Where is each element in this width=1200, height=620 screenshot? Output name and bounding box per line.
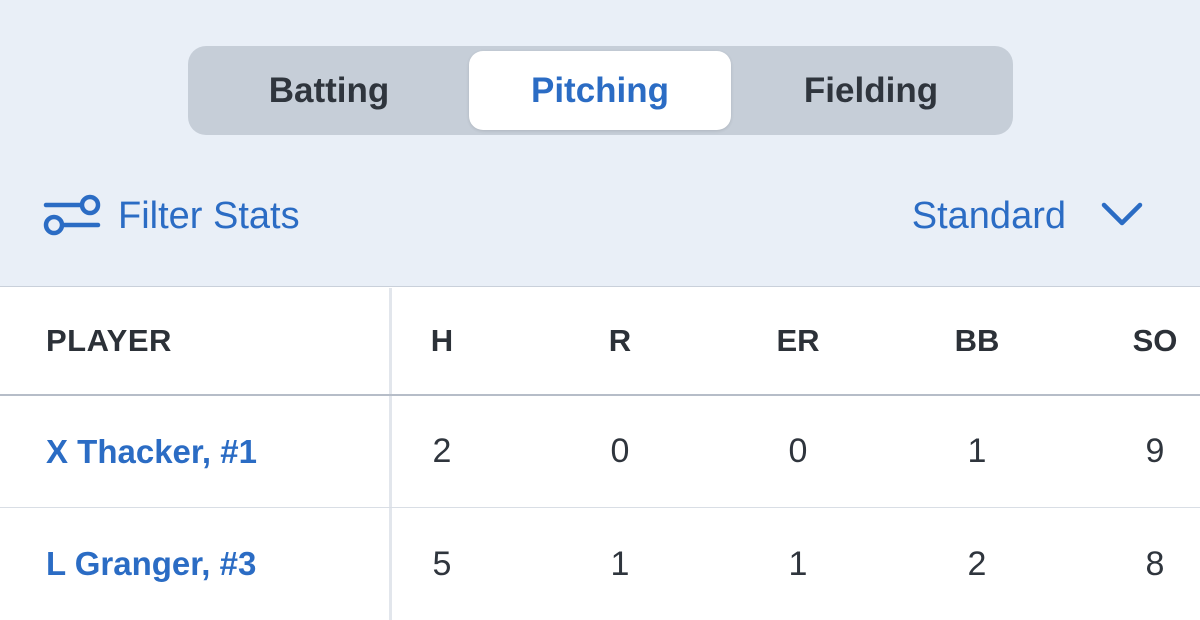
player-link[interactable]: X Thacker, #1 bbox=[46, 433, 257, 471]
stat-cell-so: 9 bbox=[1145, 432, 1165, 470]
filter-stats-button[interactable]: Filter Stats bbox=[42, 190, 300, 242]
stat-cell-bb: 2 bbox=[967, 544, 987, 583]
column-header-so: SO bbox=[1132, 323, 1178, 358]
stat-cell-er: 1 bbox=[788, 544, 808, 583]
stats-type-segmented-control: Batting Pitching Fielding bbox=[188, 46, 1013, 135]
stat-view-selected: Standard bbox=[911, 194, 1066, 237]
stat-cell-r: 0 bbox=[610, 432, 630, 470]
player-cell: X Thacker, #1 bbox=[0, 396, 392, 507]
column-header-er: ER bbox=[776, 323, 820, 358]
filter-sliders-icon bbox=[42, 191, 102, 242]
stat-cell-h: 2 bbox=[432, 432, 452, 470]
table-header-row: PLAYER H R ER BB SO bbox=[0, 288, 1200, 396]
stat-cell-r: 1 bbox=[610, 544, 630, 583]
stat-view-dropdown[interactable]: Standard bbox=[912, 190, 1144, 242]
chevron-down-icon bbox=[1100, 199, 1144, 234]
pitching-stats-table: PLAYER H R ER BB SO X Thacker, #1 2 0 0 … bbox=[0, 288, 1200, 620]
player-cell: L Granger, #3 bbox=[0, 508, 392, 620]
header-player-cell: PLAYER bbox=[0, 288, 392, 394]
stat-cell-so: 8 bbox=[1145, 544, 1165, 583]
stat-cell-er: 0 bbox=[788, 432, 808, 470]
stat-cell-h: 5 bbox=[432, 544, 452, 583]
tab-fielding[interactable]: Fielding bbox=[740, 51, 1002, 130]
table-row: L Granger, #3 5 1 1 2 8 bbox=[0, 508, 1200, 620]
column-header-r: R bbox=[608, 323, 632, 358]
tab-pitching[interactable]: Pitching bbox=[469, 51, 731, 130]
column-header-h: H bbox=[430, 323, 454, 358]
player-link[interactable]: L Granger, #3 bbox=[46, 545, 256, 583]
tab-batting[interactable]: Batting bbox=[198, 51, 460, 130]
column-header-bb: BB bbox=[954, 323, 1000, 358]
controls-area: Batting Pitching Fielding Filter Stats S… bbox=[0, 0, 1200, 287]
stat-cell-bb: 1 bbox=[967, 432, 987, 470]
column-header-player: PLAYER bbox=[46, 323, 172, 358]
table-row: X Thacker, #1 2 0 0 1 9 bbox=[0, 396, 1200, 508]
filter-stats-label: Filter Stats bbox=[118, 194, 300, 237]
